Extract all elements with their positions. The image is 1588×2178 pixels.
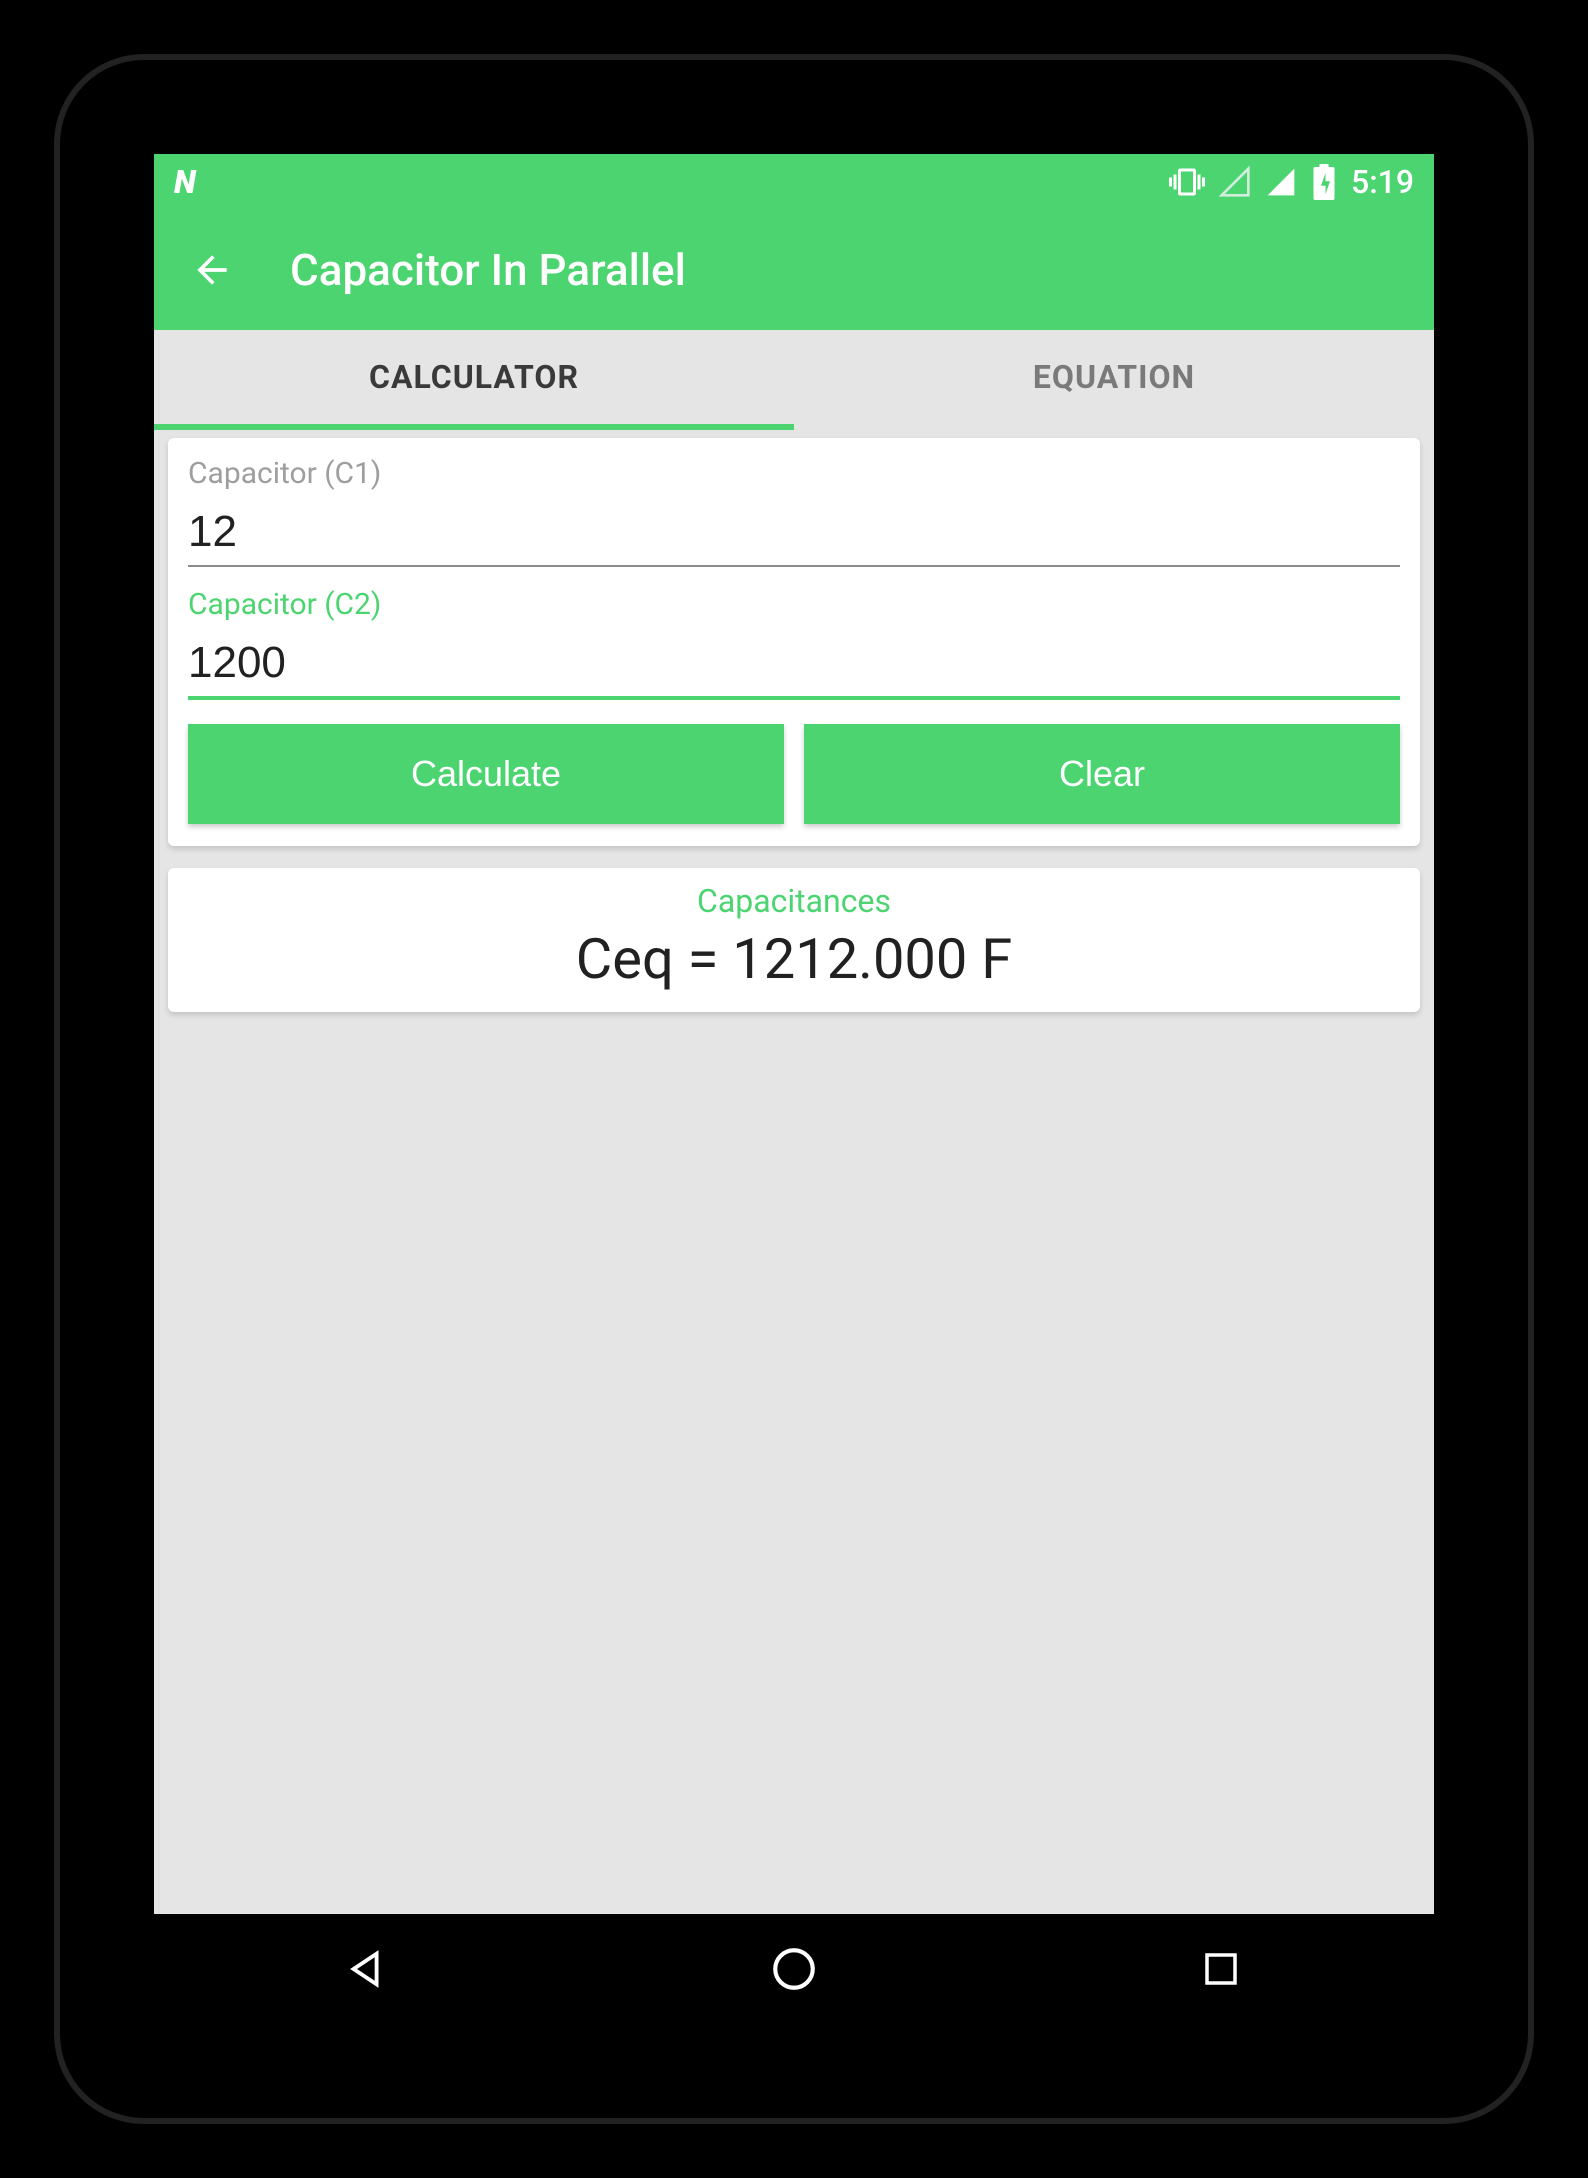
vibrate-icon [1169,164,1205,200]
nav-home-button[interactable] [764,1939,824,1999]
c1-label: Capacitor (C1) [188,456,1400,491]
result-value: Ceq = 1212.000 F [188,926,1400,992]
status-time: 5:19 [1351,163,1414,201]
tab-label: CALCULATOR [369,358,579,396]
nav-recent-button[interactable] [1191,1939,1251,1999]
battery-charging-icon [1311,164,1337,200]
field-c1: Capacitor (C1) [188,456,1400,567]
calculate-button[interactable]: Calculate [188,724,784,824]
input-card: Capacitor (C1) Capacitor (C2) Calculate … [168,438,1420,846]
content-area: Capacitor (C1) Capacitor (C2) Calculate … [154,430,1434,1914]
tab-calculator[interactable]: CALCULATOR [154,330,794,430]
c1-input[interactable] [188,497,1400,567]
button-row: Calculate Clear [188,724,1400,824]
c2-label: Capacitor (C2) [188,587,1400,622]
clear-button[interactable]: Clear [804,724,1400,824]
result-label: Capacitances [188,882,1400,920]
status-bar: N 5:19 [154,154,1434,210]
arrow-back-icon [190,248,234,292]
button-label: Calculate [411,753,561,795]
triangle-back-icon [344,1946,390,1992]
app-bar: Capacitor In Parallel [154,210,1434,330]
nav-back-button[interactable] [337,1939,397,1999]
signal-full-icon [1265,166,1297,198]
c2-input[interactable] [188,628,1400,700]
tab-label: EQUATION [1033,358,1195,396]
tab-bar: CALCULATOR EQUATION [154,330,1434,430]
android-n-icon: N [174,163,194,201]
screen: N 5:19 Cap [154,154,1434,2024]
square-recent-icon [1200,1948,1242,1990]
circle-home-icon [769,1944,819,1994]
device-frame: N 5:19 Cap [54,54,1534,2124]
result-card: Capacitances Ceq = 1212.000 F [168,868,1420,1012]
signal-empty-icon [1219,166,1251,198]
system-nav-bar [154,1914,1434,2024]
button-label: Clear [1059,753,1145,795]
page-title: Capacitor In Parallel [290,244,686,296]
back-button[interactable] [184,242,240,298]
tab-equation[interactable]: EQUATION [794,330,1434,430]
field-c2: Capacitor (C2) [188,587,1400,700]
